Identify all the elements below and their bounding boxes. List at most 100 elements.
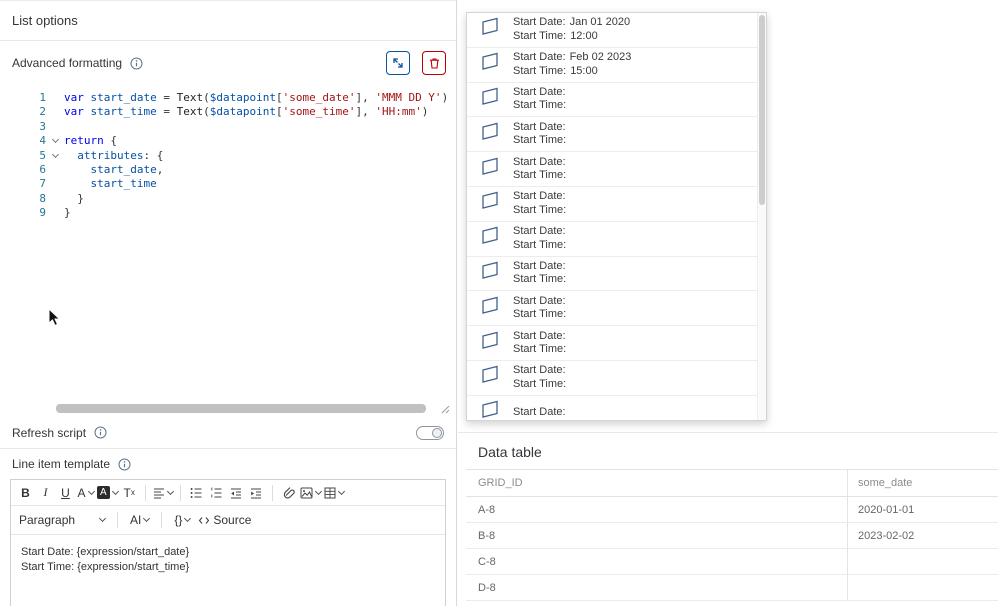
chevron-down-icon xyxy=(51,151,58,158)
refresh-script-label: Refresh script xyxy=(12,426,86,440)
time-label: Start Time: xyxy=(513,65,566,79)
placeholder-dropdown[interactable]: {} xyxy=(174,513,190,527)
info-icon[interactable] xyxy=(130,57,143,70)
source-code-icon xyxy=(198,515,210,526)
paragraph-style-dropdown[interactable]: Paragraph xyxy=(19,513,105,527)
script-editor[interactable]: 1 var start_date = Text($datapoint['some… xyxy=(6,85,450,417)
some-date-cell xyxy=(848,549,998,574)
list-item[interactable]: Start Date: Start Time: xyxy=(467,396,766,421)
code-text: start_time xyxy=(64,177,157,191)
line-number: 3 xyxy=(6,120,46,134)
list-item[interactable]: Start Date: Start Time: xyxy=(467,257,766,292)
bullet-list-button[interactable] xyxy=(188,483,205,503)
fold-toggle[interactable] xyxy=(46,149,64,163)
column-header-some-date[interactable]: some_date xyxy=(848,470,998,496)
hscrollbar-thumb[interactable] xyxy=(56,404,426,413)
font-color-button[interactable]: A xyxy=(77,483,94,503)
time-label: Start Time: xyxy=(513,378,566,392)
fold-toggle[interactable] xyxy=(46,91,64,105)
info-icon[interactable] xyxy=(118,458,131,471)
fold-toggle[interactable] xyxy=(46,134,64,148)
decrease-indent-button[interactable] xyxy=(228,483,245,503)
numbered-list-icon xyxy=(210,487,222,499)
line-item-template-label: Line item template xyxy=(12,457,110,471)
list-item[interactable]: Start Date: Start Time: xyxy=(467,291,766,326)
expand-editor-button[interactable] xyxy=(386,51,410,75)
preview-scrollbar-thumb[interactable] xyxy=(759,15,765,205)
clear-formatting-button[interactable]: Tx xyxy=(121,483,138,503)
bold-button[interactable]: B xyxy=(17,483,34,503)
list-item[interactable]: Start Date:Feb 02 2023 Start Time:15:00 xyxy=(467,48,766,83)
code-line: 4 return { xyxy=(6,134,450,148)
alignment-button[interactable] xyxy=(153,483,173,503)
list-item[interactable]: Start Date: Start Time: xyxy=(467,117,766,152)
date-label: Start Date: xyxy=(513,225,566,239)
fold-toggle[interactable] xyxy=(46,192,64,206)
code-text: var start_date = Text($datapoint['some_d… xyxy=(64,91,448,105)
line-number: 1 xyxy=(6,91,46,105)
indent-icon xyxy=(250,487,262,499)
toolbar-divider xyxy=(145,485,146,501)
time-label: Start Time: xyxy=(513,239,566,253)
refresh-script-toggle[interactable] xyxy=(416,426,444,440)
expand-icon xyxy=(392,57,404,69)
fold-toggle[interactable] xyxy=(46,120,64,134)
fold-toggle[interactable] xyxy=(46,163,64,177)
chevron-down-icon xyxy=(99,515,106,522)
fold-toggle[interactable] xyxy=(46,177,64,191)
preview-scrollbar[interactable] xyxy=(757,13,766,420)
column-header-grid-id[interactable]: GRID_ID xyxy=(466,470,848,496)
rich-text-editor: B I U A A Tx xyxy=(10,479,446,606)
list-item[interactable]: Start Date: Start Time: xyxy=(467,83,766,118)
braces-label: {} xyxy=(174,513,182,527)
code-line: 6 start_date, xyxy=(6,163,450,177)
table-row[interactable]: B-8 2023-02-02 xyxy=(466,523,998,549)
ai-dropdown[interactable]: AI xyxy=(130,513,149,527)
list-item[interactable]: Start Date: Start Time: xyxy=(467,152,766,187)
list-item[interactable]: Start Date: Start Time: xyxy=(467,187,766,222)
line-item-template-row: Line item template xyxy=(0,449,456,479)
code-area[interactable]: 1 var start_date = Text($datapoint['some… xyxy=(6,85,450,221)
list-item-text: Start Date: Start Time: xyxy=(513,86,570,113)
date-label: Start Date: xyxy=(513,295,566,309)
preview-list: Start Date:Jan 01 2020 Start Time:12:00 … xyxy=(467,13,766,421)
insert-table-button[interactable] xyxy=(324,483,344,503)
source-button[interactable]: Source xyxy=(198,513,251,527)
insert-image-button[interactable] xyxy=(300,483,321,503)
editor-hscrollbar[interactable] xyxy=(56,404,434,413)
list-item[interactable]: Start Date: Start Time: xyxy=(467,361,766,396)
code-line: 8 } xyxy=(6,192,450,206)
delete-script-button[interactable] xyxy=(422,51,446,75)
date-label: Start Date: xyxy=(513,190,566,204)
list-item-text: Start Date: Start Time: xyxy=(513,121,570,148)
chevron-down-icon xyxy=(315,487,322,494)
date-label: Start Date: xyxy=(513,260,566,274)
list-item[interactable]: Start Date: Start Time: xyxy=(467,326,766,361)
chevron-down-icon xyxy=(87,487,94,494)
list-item-text: Start Date:Feb 02 2023 Start Time:15:00 xyxy=(513,51,631,78)
increase-indent-button[interactable] xyxy=(248,483,265,503)
numbered-list-button[interactable] xyxy=(208,483,225,503)
underline-button[interactable]: U xyxy=(57,483,74,503)
list-item-text: Start Date: Start Time: xyxy=(513,225,570,252)
table-row[interactable]: C-8 xyxy=(466,549,998,575)
table-row[interactable]: A-8 2020-01-01 xyxy=(466,497,998,523)
advanced-formatting-label: Advanced formatting xyxy=(12,56,122,70)
italic-button[interactable]: I xyxy=(37,483,54,503)
resize-handle[interactable] xyxy=(439,403,450,417)
template-content[interactable]: Start Date: {expression/start_date} Star… xyxy=(11,535,445,585)
link-button[interactable] xyxy=(280,483,297,503)
rte-toolbar-formatting: B I U A A Tx xyxy=(11,480,445,506)
line-number: 6 xyxy=(6,163,46,177)
table-row[interactable]: D-8 xyxy=(466,575,998,601)
ai-label: AI xyxy=(130,513,141,527)
list-item[interactable]: Start Date: Start Time: xyxy=(467,222,766,257)
fold-toggle[interactable] xyxy=(46,105,64,119)
info-icon[interactable] xyxy=(94,426,107,439)
list-item[interactable]: Start Date:Jan 01 2020 Start Time:12:00 xyxy=(467,13,766,48)
refresh-script-row: Refresh script xyxy=(0,417,456,449)
fold-toggle[interactable] xyxy=(46,206,64,220)
some-date-cell xyxy=(848,575,998,600)
highlight-color-button[interactable]: A xyxy=(97,483,118,503)
grid-id-cell: C-8 xyxy=(466,549,848,574)
